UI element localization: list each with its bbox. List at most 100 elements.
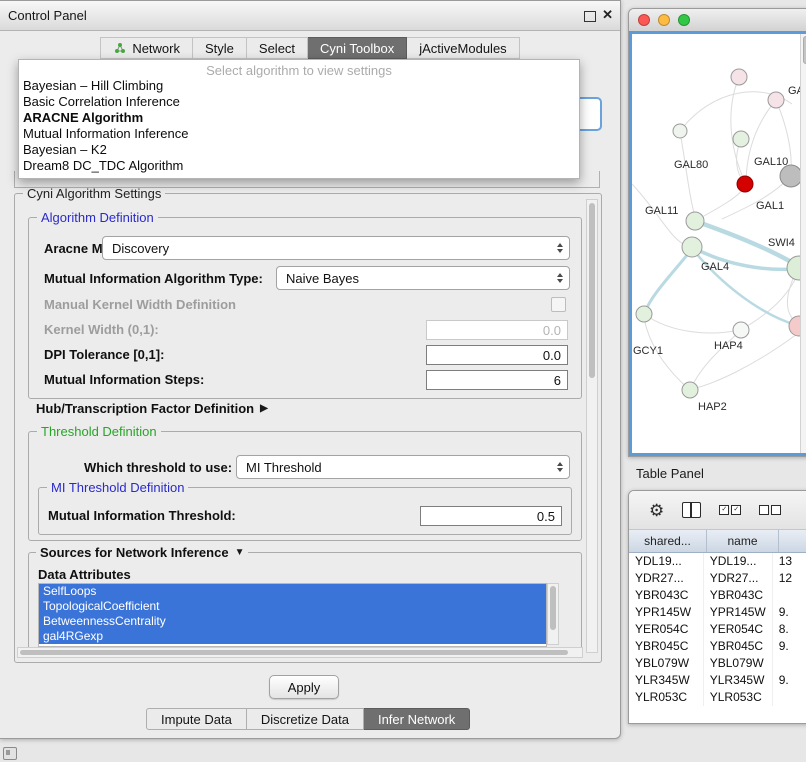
algorithm-option-selected[interactable]: ARACNE Algorithm	[19, 110, 579, 126]
table-row[interactable]: YBR043C YBR043C	[629, 587, 806, 604]
node-label: HAP4	[714, 340, 743, 352]
mi-algorithm-type-combo[interactable]: Naive Bayes	[276, 266, 570, 290]
algorithm-option[interactable]: Bayesian – Hill Climbing	[19, 78, 579, 94]
popup-placeholder: Select algorithm to view settings	[19, 63, 579, 78]
collapse-arrow-icon[interactable]: ▼	[235, 547, 245, 558]
table-row[interactable]: YBR045C YBR045C 9.	[629, 638, 806, 655]
scrollbar-thumb[interactable]	[20, 650, 568, 655]
window-title: Control Panel	[0, 8, 87, 23]
algorithm-option[interactable]: Mutual Information Inference	[19, 126, 579, 142]
mi-steps-input[interactable]: 6	[426, 370, 568, 390]
column-header-cut[interactable]	[779, 530, 806, 552]
tab-discretize-data[interactable]: Discretize Data	[247, 708, 364, 730]
attribute-item-selected[interactable]: SelfLoops	[39, 584, 546, 599]
hub-factor-section[interactable]: Hub/Transcription Factor Definition ▶	[36, 401, 268, 416]
network-node[interactable]	[733, 131, 749, 147]
table-row[interactable]: YDR27... YDR27... 12	[629, 570, 806, 587]
table-row[interactable]: YLR345W YLR345W 9.	[629, 672, 806, 689]
network-node-hap4[interactable]	[733, 322, 749, 338]
node-label: GAL11	[645, 205, 678, 217]
column-header-name[interactable]: name	[707, 530, 779, 552]
table-header-row: shared... name	[629, 530, 806, 553]
network-node-gal11[interactable]	[686, 212, 704, 230]
network-node-gcy1[interactable]	[636, 306, 652, 322]
table-row[interactable]: YPR145W YPR145W 9.	[629, 604, 806, 621]
tab-impute-data[interactable]: Impute Data	[146, 708, 247, 730]
node-label: GAL4	[701, 261, 729, 273]
scrollbar-thumb[interactable]	[550, 586, 556, 630]
tab-infer-network[interactable]: Infer Network	[364, 708, 470, 730]
network-node-gal10-selected[interactable]	[737, 176, 753, 192]
node-label: GCY1	[633, 345, 663, 357]
sources-section[interactable]: Sources for Network Inference ▼	[36, 545, 248, 560]
table-row[interactable]: YDL19... YDL19... 13	[629, 553, 806, 570]
aracne-mode-combo[interactable]: Discovery	[102, 236, 570, 260]
network-node-hap2[interactable]	[682, 382, 698, 398]
tab-cyni-toolbox[interactable]: Cyni Toolbox	[308, 37, 407, 59]
table-panel-window: ⚙ ✓ ✓ shared... name YDL19... YDL19... 1…	[628, 490, 806, 724]
select-all-checks-icon[interactable]: ✓ ✓	[719, 505, 741, 515]
mi-algorithm-type-label: Mutual Information Algorithm Type:	[44, 271, 263, 286]
minimize-button[interactable]	[658, 14, 670, 26]
zoom-button[interactable]	[678, 14, 690, 26]
node-label: HAP2	[698, 401, 727, 413]
control-panel-window: Control Panel ✕ Network Style Select Cyn…	[0, 0, 621, 739]
network-node[interactable]	[673, 124, 687, 138]
panel-corner-icon[interactable]	[3, 747, 17, 760]
control-panel-titlebar[interactable]: Control Panel ✕	[0, 1, 620, 31]
combo-stepper-icon	[557, 462, 569, 472]
network-canvas[interactable]: GAL GAL80 GAL10 GAL11 GAL1 SWI4 GAL4 GCY…	[629, 31, 806, 456]
close-window-icon[interactable]: ✕	[602, 8, 613, 22]
gear-icon[interactable]: ⚙	[649, 502, 664, 519]
scrollbar-thumb[interactable]	[589, 203, 595, 378]
table-row[interactable]: YER054C YER054C 8.	[629, 621, 806, 638]
network-view-window: GAL GAL80 GAL10 GAL11 GAL1 SWI4 GAL4 GCY…	[628, 8, 806, 457]
node-label: GAL80	[674, 159, 708, 171]
network-vertical-scrollbar[interactable]	[800, 34, 806, 453]
mi-algorithm-type-value: Naive Bayes	[286, 271, 359, 286]
tab-select[interactable]: Select	[247, 37, 308, 59]
tab-network[interactable]: Network	[100, 37, 193, 59]
attribute-item-selected[interactable]: TopologicalCoefficient	[39, 599, 546, 614]
dpi-tolerance-input[interactable]: 0.0	[426, 345, 568, 365]
node-label: GAL1	[756, 200, 784, 212]
table-row[interactable]: YLR053C YLR053C	[629, 689, 806, 706]
algorithm-option[interactable]: Basic Correlation Inference	[19, 94, 579, 110]
network-node[interactable]	[731, 69, 747, 85]
network-node-gal4[interactable]	[682, 237, 702, 257]
manual-kernel-width-checkbox[interactable]	[551, 297, 566, 312]
settings-group-title: Cyni Algorithm Settings	[23, 186, 165, 201]
mi-threshold-label: Mutual Information Threshold:	[48, 508, 236, 523]
node-label: GAL10	[754, 156, 788, 168]
float-window-icon[interactable]	[584, 11, 596, 25]
table-row[interactable]: YBL079W YBL079W	[629, 655, 806, 672]
threshold-definition-title: Threshold Definition	[37, 424, 161, 439]
settings-horizontal-scrollbar[interactable]	[17, 647, 583, 658]
settings-vertical-scrollbar[interactable]	[586, 199, 598, 653]
network-node-gal1[interactable]	[780, 165, 802, 187]
data-attributes-list: SelfLoops TopologicalCoefficient Between…	[38, 583, 547, 647]
column-header-shared-name[interactable]: shared...	[629, 530, 707, 552]
table-panel-toolbar: ⚙ ✓ ✓	[629, 491, 806, 530]
close-button[interactable]	[638, 14, 650, 26]
network-window-titlebar[interactable]	[629, 9, 806, 32]
network-node[interactable]	[768, 92, 784, 108]
deselect-all-checks-icon[interactable]	[759, 505, 781, 515]
expand-arrow-icon[interactable]: ▶	[260, 403, 268, 414]
apply-button[interactable]: Apply	[269, 675, 339, 699]
attribute-item-selected[interactable]: BetweennessCentrality	[39, 614, 546, 629]
attributes-list-scrollbar[interactable]	[547, 583, 559, 645]
mi-threshold-input[interactable]: 0.5	[420, 506, 562, 526]
network-graph: GAL GAL80 GAL10 GAL11 GAL1 SWI4 GAL4 GCY…	[632, 34, 806, 453]
algorithm-option[interactable]: Bayesian – K2	[19, 142, 579, 158]
attribute-item-selected[interactable]: gal4RGexp	[39, 629, 546, 644]
tab-jactivemodules[interactable]: jActiveModules	[407, 37, 519, 59]
which-threshold-value: MI Threshold	[246, 460, 322, 475]
algorithm-option[interactable]: Dream8 DC_TDC Algorithm	[19, 158, 579, 174]
tab-style[interactable]: Style	[193, 37, 247, 59]
network-tab-icon	[113, 42, 127, 54]
columns-icon[interactable]	[682, 502, 701, 518]
kernel-width-input[interactable]: 0.0	[426, 320, 568, 340]
which-threshold-combo[interactable]: MI Threshold	[236, 455, 570, 479]
sources-title: Sources for Network Inference	[40, 545, 229, 560]
